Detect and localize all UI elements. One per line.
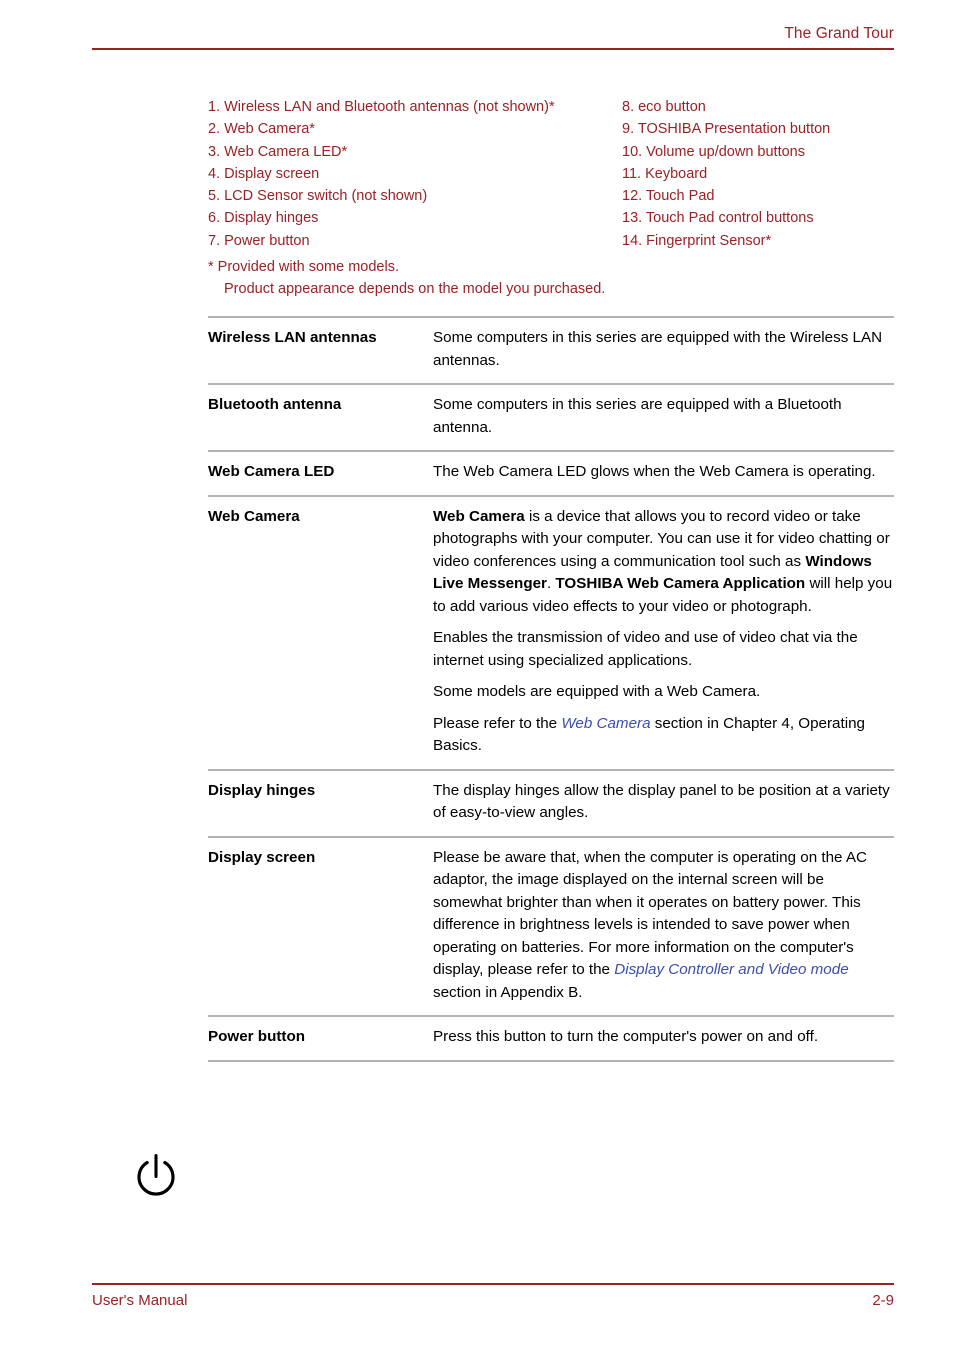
term-web-camera: Web Camera [208, 494, 433, 770]
footer-manual-label: User's Manual [92, 1291, 188, 1309]
legend-item-13: 13. Touch Pad control buttons [622, 210, 814, 227]
paragraph: Press this button to turn the computer's… [433, 1028, 819, 1045]
legend-item-9: 9. TOSHIBA Presentation button [622, 121, 831, 138]
description-bluetooth-antenna: Some computers in this series are equipp… [433, 383, 894, 451]
table-row: Web Camera LED The Web Camera LED glows … [208, 450, 894, 496]
table-row: Wireless LAN antennas Some computers in … [208, 316, 894, 384]
text-run: Please refer to the [433, 714, 562, 732]
term-web-camera-led: Web Camera LED [208, 450, 433, 496]
description-display-screen: Please be aware that, when the computer … [433, 835, 894, 1016]
legend-column-left: 1. Wireless LAN and Bluetooth antennas (… [208, 96, 622, 252]
legend-item-6: 6. Display hinges [208, 210, 319, 227]
callout-legend: 1. Wireless LAN and Bluetooth antennas (… [208, 96, 898, 301]
header-title: The Grand Tour [784, 25, 894, 42]
legend-item-1: 1. Wireless LAN and Bluetooth antennas (… [208, 99, 555, 115]
emphasis-web-camera: Web Camera [433, 507, 525, 525]
emphasis-toshiba-web-camera-application: TOSHIBA Web Camera Application [555, 575, 806, 592]
legend-column-right: 8. eco button 9. TOSHIBA Presentation bu… [622, 96, 898, 252]
power-icon [133, 1152, 179, 1202]
table-row: Power button Press this button to turn t… [208, 1015, 894, 1062]
paragraph: The Web Camera LED glows when the Web Ca… [433, 463, 876, 480]
header-divider [92, 48, 894, 50]
description-web-camera: Web Camera is a device that allows you t… [433, 494, 894, 770]
footer-divider [92, 1283, 894, 1285]
description-display-hinges: The display hinges allow the display pan… [433, 768, 894, 837]
paragraph: Some models are equipped with a Web Came… [433, 683, 761, 700]
description-power-button: Press this button to turn the computer's… [433, 1015, 894, 1062]
footer-row: User's Manual 2-9 [92, 1291, 894, 1311]
legend-item-4: 4. Display screen [208, 165, 320, 182]
paragraph: Web Camera is a device that allows you t… [433, 506, 894, 619]
term-display-screen: Display screen [208, 835, 433, 1016]
legend-footnote-asterisk: * Provided with some models. [208, 259, 399, 276]
legend-item-11: 11. Keyboard [622, 165, 708, 182]
legend-item-3: 3. Web Camera LED* [208, 143, 348, 160]
page-header: The Grand Tour [92, 24, 894, 50]
page-footer: User's Manual 2-9 [92, 1283, 894, 1311]
cross-reference-display-controller-and-video-mode[interactable]: Display Controller and Video mode [614, 961, 848, 978]
paragraph: The display hinges allow the display pan… [433, 781, 890, 822]
legend-item-14: 14. Fingerprint Sensor* [622, 232, 772, 249]
legend-item-7: 7. Power button [208, 232, 310, 249]
paragraph: Please be aware that, when the computer … [433, 847, 894, 1005]
paragraph: Enables the transmission of video and us… [433, 629, 858, 669]
table-row: Bluetooth antenna Some computers in this… [208, 383, 894, 451]
footer-page-number: 2-9 [872, 1291, 894, 1309]
paragraph: Please refer to the Web Camera section i… [433, 713, 894, 758]
legend-columns: 1. Wireless LAN and Bluetooth antennas (… [208, 96, 898, 252]
table-row: Display hinges The display hinges allow … [208, 768, 894, 837]
feature-definition-table: Wireless LAN antennas Some computers in … [208, 316, 894, 1062]
paragraph: Some computers in this series are equipp… [433, 329, 883, 369]
description-web-camera-led: The Web Camera LED glows when the Web Ca… [433, 450, 894, 496]
cross-reference-web-camera[interactable]: Web Camera [561, 715, 650, 732]
legend-item-10: 10. Volume up/down buttons [622, 143, 805, 160]
term-power-button: Power button [208, 1015, 433, 1062]
manual-page: The Grand Tour 1. Wireless LAN and Bluet… [0, 0, 954, 1352]
legend-footnote-appearance: Product appearance depends on the model … [224, 281, 606, 298]
description-wireless-lan-antennas: Some computers in this series are equipp… [433, 316, 894, 384]
legend-notes: * Provided with some models. Product app… [208, 256, 898, 301]
text-run: section in Appendix B. [433, 983, 583, 1001]
legend-item-2: 2. Web Camera* [208, 121, 315, 138]
legend-item-5: 5. LCD Sensor switch (not shown) [208, 188, 428, 205]
term-bluetooth-antenna: Bluetooth antenna [208, 383, 433, 451]
table-row: Display screen Please be aware that, whe… [208, 835, 894, 1016]
text-run: Please be aware that, when the computer … [433, 848, 867, 979]
legend-item-8: 8. eco button [622, 99, 706, 115]
legend-item-12: 12. Touch Pad [622, 188, 715, 205]
paragraph: Some computers in this series are equipp… [433, 396, 842, 436]
table-row: Web Camera Web Camera is a device that a… [208, 494, 894, 770]
term-wireless-lan-antennas: Wireless LAN antennas [208, 316, 433, 384]
term-display-hinges: Display hinges [208, 768, 433, 837]
